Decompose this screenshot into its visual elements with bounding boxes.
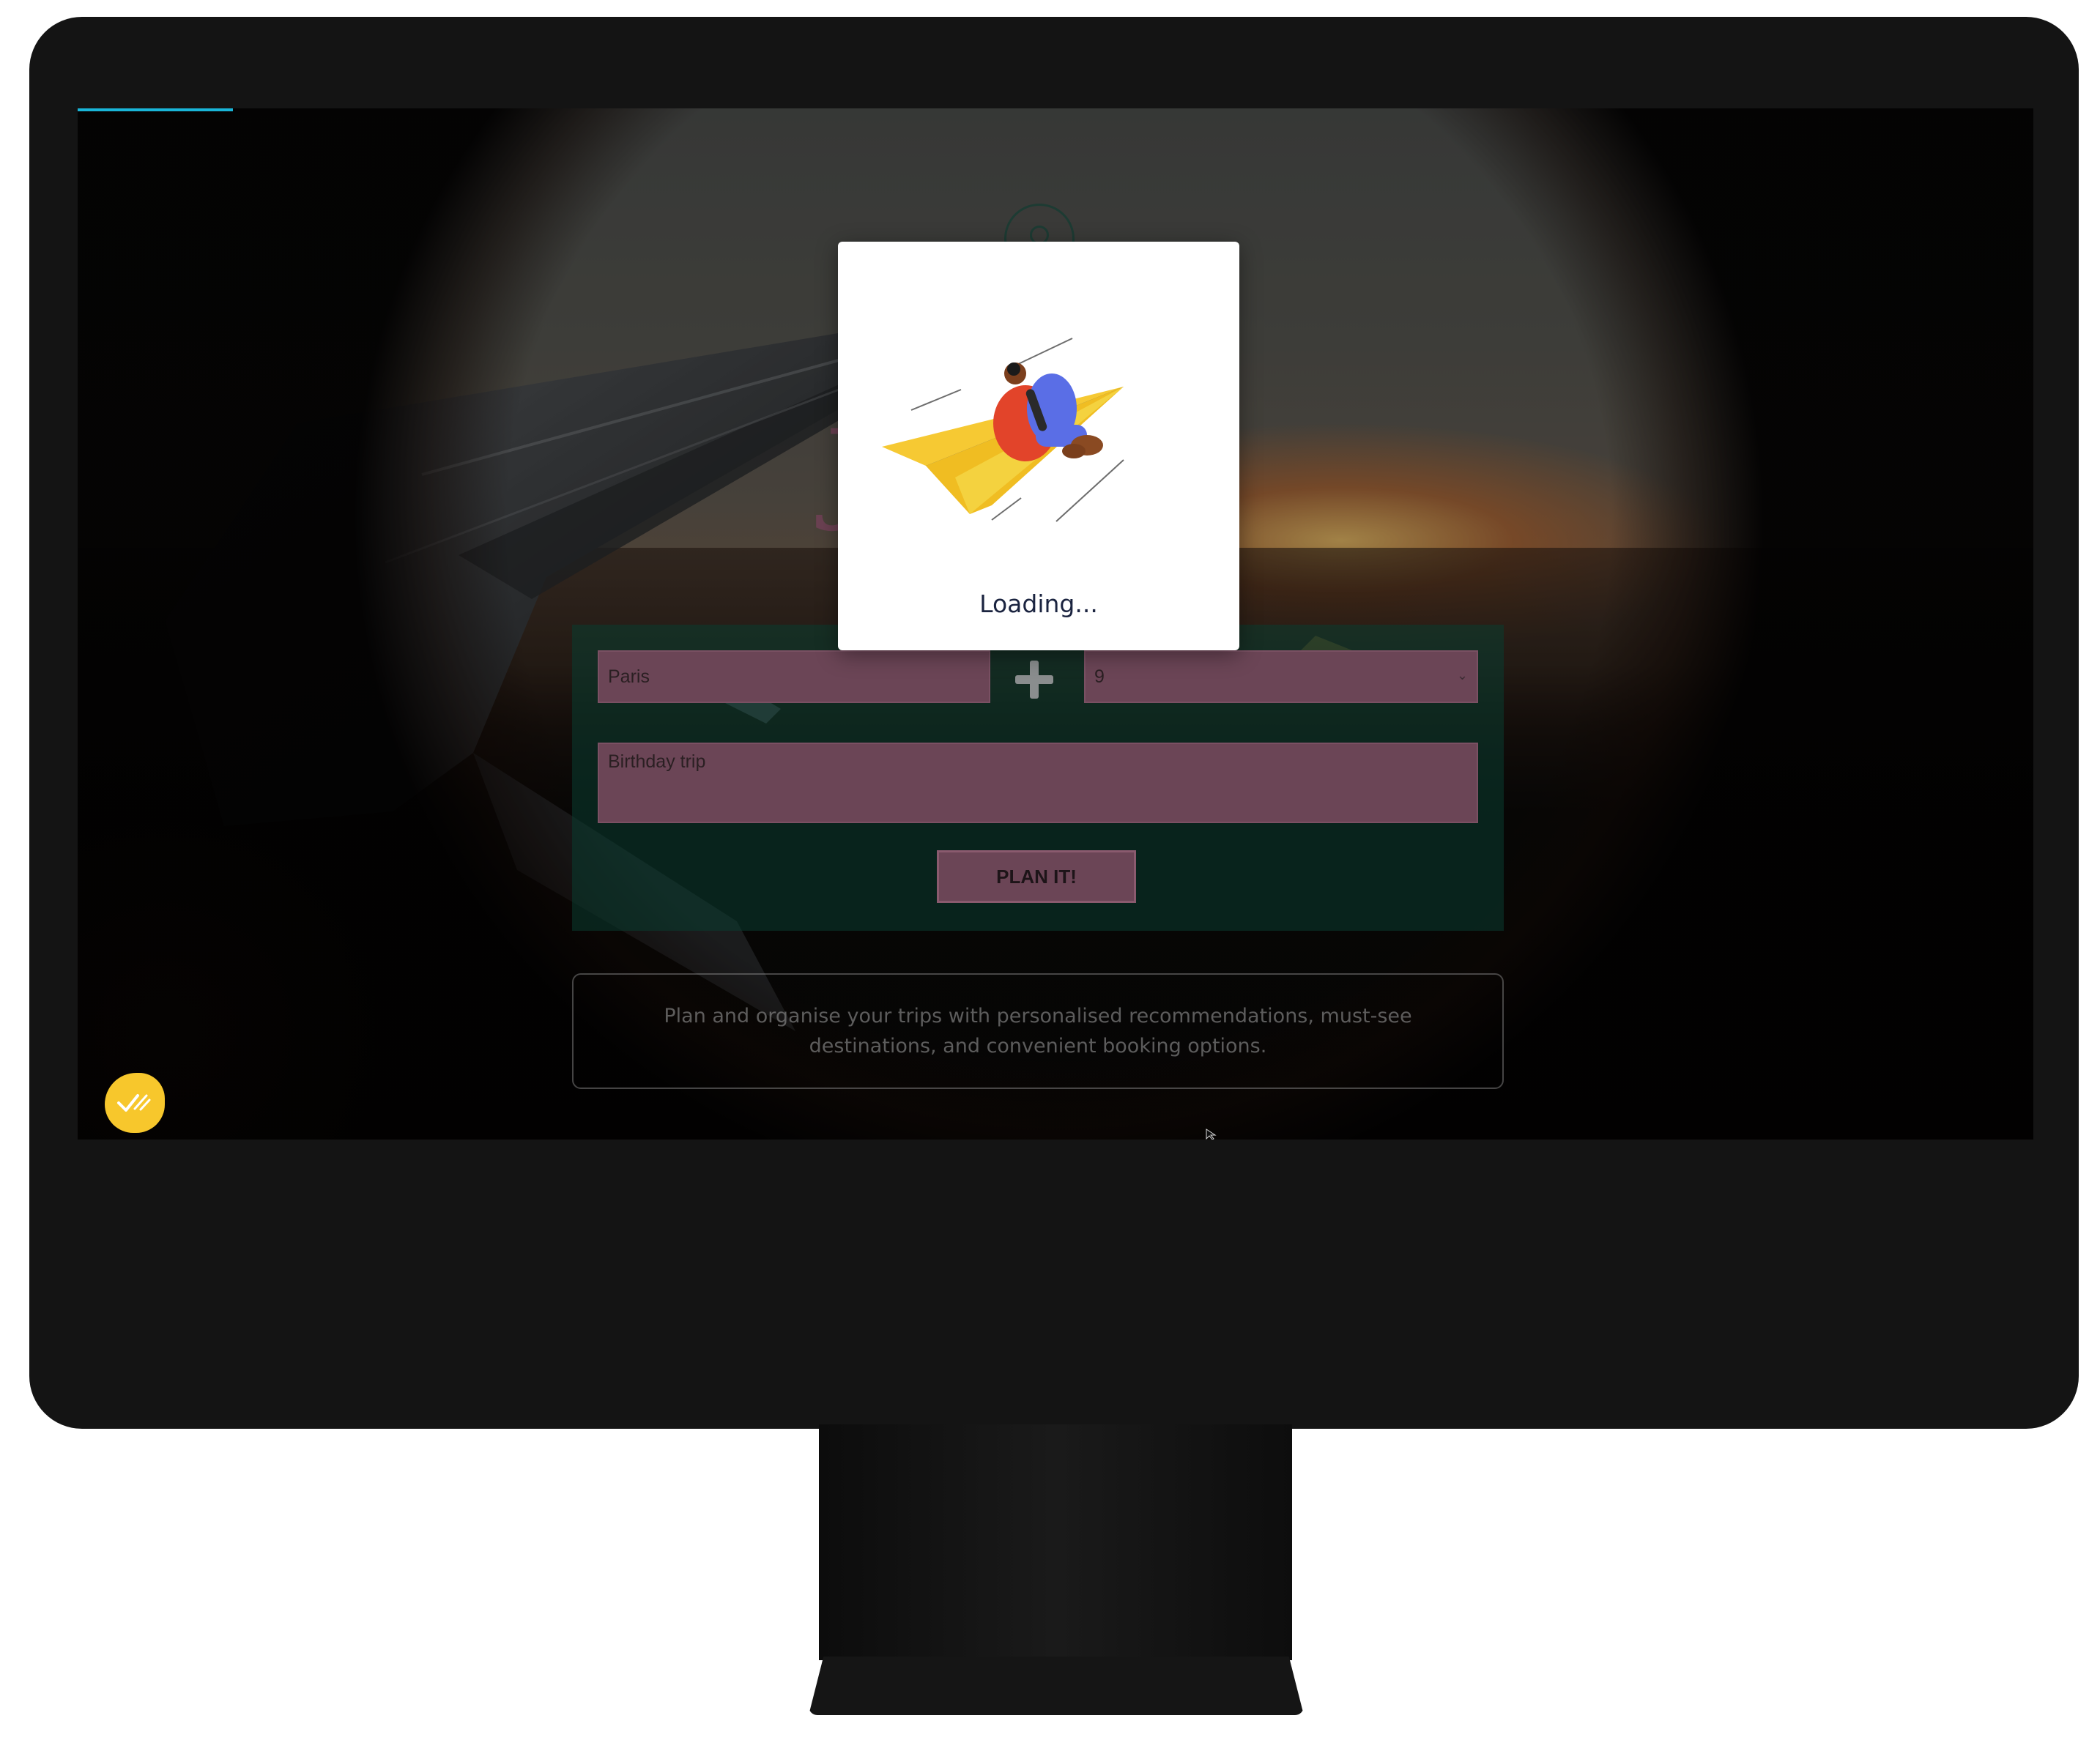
days-select[interactable]: 9 ⌄ (1084, 650, 1478, 703)
screen: Jonie Paris 9 ⌄ Birthday trip PLAN IT! P… (78, 108, 2033, 1140)
chat-badge-icon[interactable] (105, 1073, 165, 1133)
loading-modal: Loading... (838, 242, 1239, 650)
check-icon (117, 1094, 151, 1112)
monitor-stand-base (809, 1657, 1304, 1715)
page-load-progress-bar (78, 108, 233, 111)
cursor-icon (1206, 1129, 1217, 1140)
days-value: 9 (1094, 666, 1105, 687)
description-box: Plan and organise your trips with person… (572, 973, 1504, 1089)
destination-value: Paris (608, 666, 650, 687)
description-text: Plan and organise your trips with person… (664, 1005, 1412, 1057)
plus-icon (1015, 661, 1053, 699)
monitor-stand-neck (819, 1424, 1292, 1660)
chevron-down-icon: ⌄ (1456, 668, 1468, 683)
loading-text: Loading... (979, 590, 1098, 618)
destination-input[interactable]: Paris (598, 650, 990, 703)
plan-it-button[interactable]: PLAN IT! (937, 850, 1136, 903)
notes-textarea[interactable]: Birthday trip (598, 743, 1478, 823)
paper-plane-traveler-illustration (882, 338, 1124, 522)
notes-value: Birthday trip (608, 751, 706, 772)
